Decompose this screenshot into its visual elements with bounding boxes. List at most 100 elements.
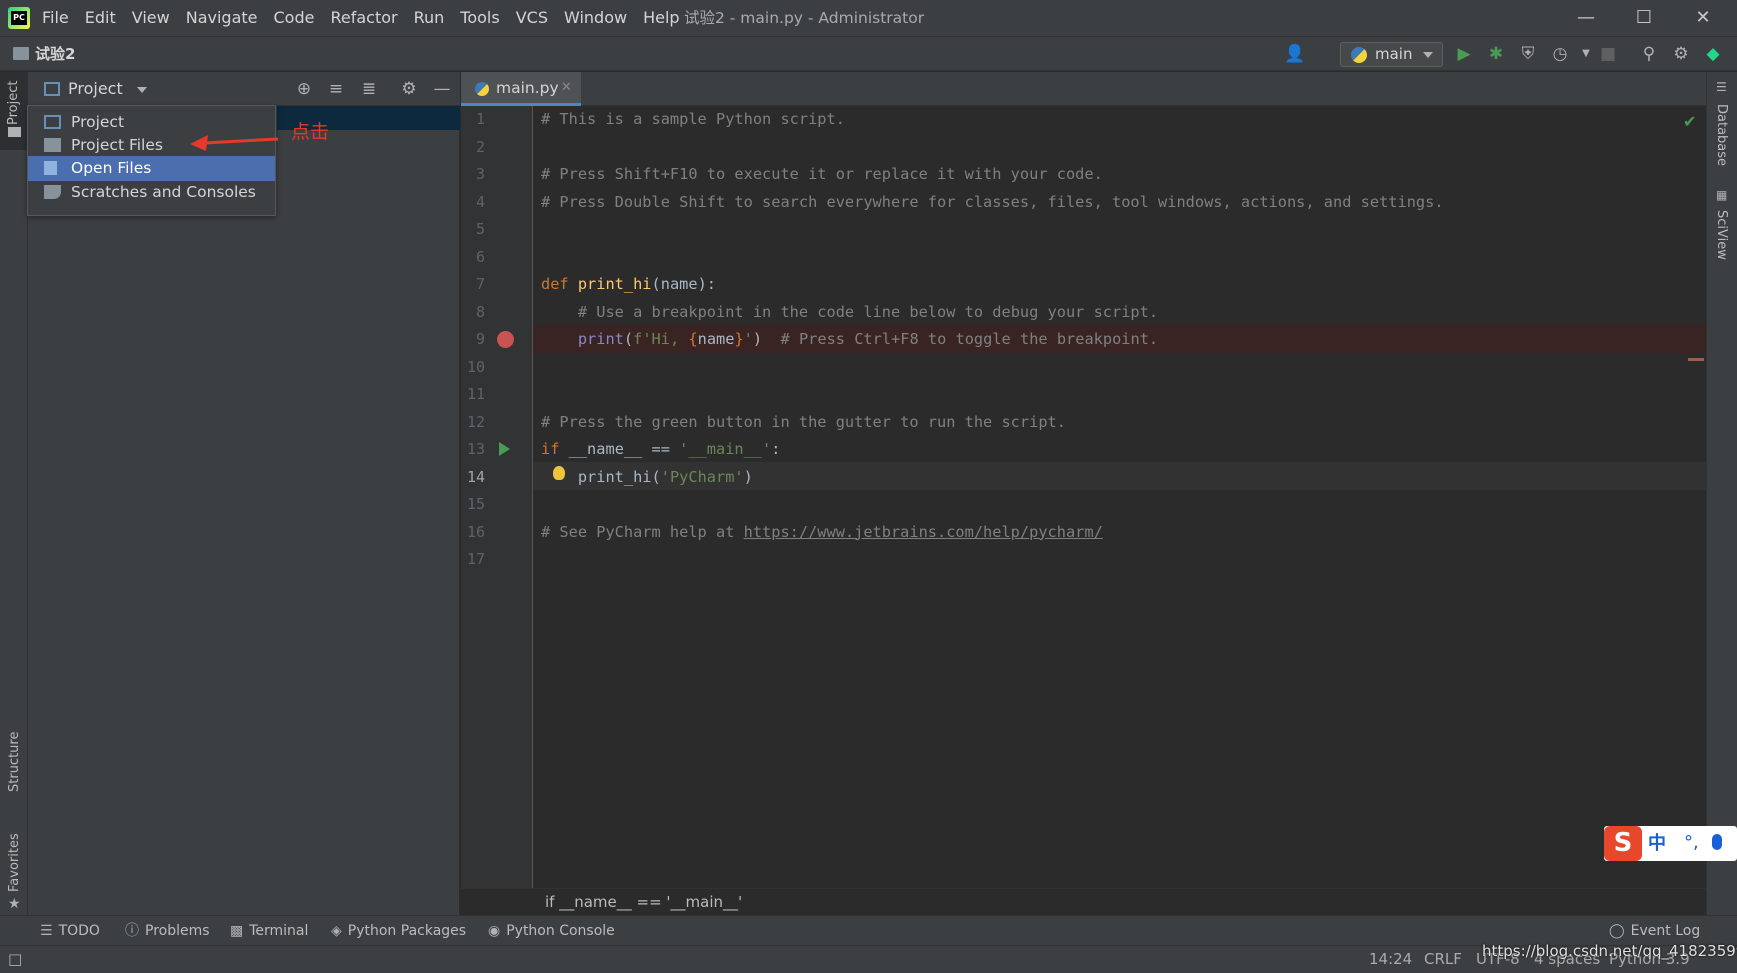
folder-icon bbox=[44, 138, 61, 152]
tab-main-py[interactable]: main.py ✕ bbox=[461, 72, 581, 106]
tool-problems[interactable]: ⓘ Problems bbox=[125, 916, 210, 946]
microphone-icon[interactable] bbox=[1712, 834, 1722, 850]
breadcrumb[interactable]: if __name__ == '__main__' bbox=[545, 889, 742, 915]
event-log-icon: ◯ bbox=[1609, 923, 1625, 939]
jetbrains-toolbox-icon[interactable]: ◆ bbox=[1702, 43, 1724, 65]
line-number: 17 bbox=[466, 550, 485, 568]
menu-code[interactable]: Code bbox=[266, 0, 323, 36]
profile-icon[interactable]: ◷ bbox=[1549, 43, 1571, 65]
line-separator[interactable]: CRLF bbox=[1424, 946, 1462, 973]
run-gutter-icon[interactable] bbox=[499, 442, 510, 456]
ime-toolbar[interactable]: S 中 °, bbox=[1604, 826, 1737, 861]
run-icon[interactable]: ▶ bbox=[1453, 43, 1475, 65]
tool-python-console[interactable]: ◉ Python Console bbox=[488, 916, 615, 946]
left-tool-stripe: Project Structure Favorites ★ bbox=[0, 72, 28, 944]
collapse-all-icon[interactable]: ≣ bbox=[358, 78, 380, 100]
settings-gear-icon[interactable]: ⚙ bbox=[1670, 43, 1692, 65]
line-number: 2 bbox=[475, 137, 485, 156]
tool-python-packages[interactable]: ◈ Python Packages bbox=[331, 916, 466, 946]
user-icon[interactable]: 👤 bbox=[1284, 43, 1306, 65]
editor-gutter[interactable]: 1 2 3 4 5 6 7 8 9 10 11 12 13 14 15 16 1… bbox=[461, 106, 533, 888]
watermark: https://blog.csdn.net/qq_41823599 bbox=[1482, 942, 1737, 960]
popup-item-scratches[interactable]: Scratches and Consoles bbox=[28, 180, 275, 205]
line-number: 6 bbox=[475, 247, 485, 266]
maximize-button[interactable]: ☐ bbox=[1615, 0, 1673, 36]
line-number: 5 bbox=[475, 220, 485, 238]
code-editor[interactable]: # This is a sample Python script. # Pres… bbox=[533, 106, 1706, 888]
code-line: print_hi('PyCharm') bbox=[541, 467, 753, 486]
line-number: 13 bbox=[466, 440, 485, 458]
database-icon: ☰ bbox=[1716, 80, 1727, 94]
menu-file[interactable]: File bbox=[34, 0, 77, 36]
editor-breadcrumb-bar: if __name__ == '__main__' bbox=[461, 888, 1706, 915]
line-number: 15 bbox=[466, 495, 485, 513]
code-line: def print_hi(name): bbox=[541, 275, 716, 293]
pycharm-logo-icon bbox=[8, 7, 30, 29]
menu-refactor[interactable]: Refactor bbox=[322, 0, 405, 36]
todo-icon: ☰ bbox=[40, 923, 53, 939]
menu-vcs[interactable]: VCS bbox=[508, 0, 556, 36]
chevron-down-icon[interactable] bbox=[137, 87, 147, 93]
menu-view[interactable]: View bbox=[124, 0, 178, 36]
line-number: 7 bbox=[475, 275, 485, 293]
menu-edit[interactable]: Edit bbox=[77, 0, 124, 36]
error-stripe-marker[interactable] bbox=[1688, 358, 1704, 361]
ime-mode[interactable]: 中 bbox=[1648, 826, 1666, 861]
menu-help[interactable]: Help bbox=[635, 0, 687, 36]
hide-panel-icon[interactable]: — bbox=[431, 78, 453, 100]
search-icon[interactable]: ⚲ bbox=[1638, 43, 1660, 65]
python-file-icon bbox=[475, 82, 489, 96]
tool-tab-structure[interactable]: Structure bbox=[0, 717, 28, 807]
code-line: # See PyCharm help at https://www.jetbra… bbox=[541, 522, 1103, 541]
python-icon bbox=[1351, 47, 1367, 63]
code-line: # This is a sample Python script. bbox=[541, 110, 845, 128]
code-line: # Press the green button in the gutter t… bbox=[541, 412, 1066, 431]
line-number: 9 bbox=[475, 330, 485, 348]
close-tab-icon[interactable]: ✕ bbox=[561, 72, 572, 104]
breakpoint-icon[interactable] bbox=[497, 331, 514, 348]
run-config-selector[interactable]: main bbox=[1340, 42, 1443, 67]
tool-terminal[interactable]: ▩ Terminal bbox=[230, 916, 308, 946]
lightbulb-icon[interactable] bbox=[553, 466, 565, 480]
folder-icon bbox=[13, 47, 29, 60]
menu-window[interactable]: Window bbox=[556, 0, 635, 36]
close-button[interactable]: ✕ bbox=[1674, 0, 1732, 36]
annotation-arrow-icon bbox=[190, 135, 279, 151]
breadcrumb-project[interactable]: 试验2 bbox=[35, 37, 75, 71]
scratches-icon bbox=[44, 185, 61, 199]
menu-tools[interactable]: Tools bbox=[452, 0, 507, 36]
line-number: 16 bbox=[466, 522, 485, 541]
popup-item-project[interactable]: Project bbox=[28, 110, 275, 135]
chevron-down-icon bbox=[1423, 52, 1433, 58]
debug-icon[interactable]: ✱ bbox=[1485, 43, 1507, 65]
code-line: print(f'Hi, {name}') # Press Ctrl+F8 to … bbox=[577, 330, 1159, 348]
menu-run[interactable]: Run bbox=[406, 0, 453, 36]
settings-gear-icon[interactable]: ⚙ bbox=[398, 78, 420, 100]
tab-label: main.py bbox=[496, 79, 559, 97]
stop-icon[interactable]: ■ bbox=[1597, 43, 1619, 65]
tool-tab-favorites[interactable]: Favorites ★ bbox=[0, 822, 28, 912]
inspection-ok-icon[interactable]: ✔ bbox=[1683, 112, 1696, 131]
open-files-icon bbox=[44, 161, 57, 175]
locate-icon[interactable]: ⊕ bbox=[293, 78, 315, 100]
python-console-icon: ◉ bbox=[488, 923, 501, 939]
profile-dropdown-icon[interactable]: ▼ bbox=[1575, 43, 1597, 65]
tool-tab-favorites-label: Favorites bbox=[7, 833, 22, 892]
coverage-icon[interactable]: ⛨ bbox=[1517, 43, 1539, 65]
sciview-icon: ▦ bbox=[1716, 188, 1728, 202]
minimize-button[interactable]: — bbox=[1557, 0, 1615, 36]
popup-item-open-files[interactable]: Open Files bbox=[28, 156, 275, 181]
menu-navigate[interactable]: Navigate bbox=[178, 0, 266, 36]
ime-punctuation[interactable]: °, bbox=[1684, 826, 1699, 859]
tool-todo[interactable]: ☰ TODO bbox=[40, 916, 100, 946]
navigation-bar: 试验2 👤 main ▶ ✱ ⛨ ◷ ▼ ■ ⚲ ⚙ ◆ bbox=[0, 36, 1737, 71]
project-view-selector[interactable]: Project bbox=[68, 72, 123, 106]
caret-position[interactable]: 14:24 bbox=[1369, 946, 1412, 973]
project-view-popup: Project Project Files Open Files Scratch… bbox=[27, 105, 276, 216]
tool-tab-project[interactable]: Project bbox=[0, 72, 28, 150]
expand-all-icon[interactable]: ≡ bbox=[325, 78, 347, 100]
line-number: 10 bbox=[466, 357, 485, 376]
toggle-tool-windows-icon[interactable]: □ bbox=[8, 946, 22, 973]
bottom-tool-bar: ☰ TODO ⓘ Problems ▩ Terminal ◈ Python Packag… bbox=[0, 915, 1737, 945]
project-view-icon bbox=[44, 82, 60, 96]
